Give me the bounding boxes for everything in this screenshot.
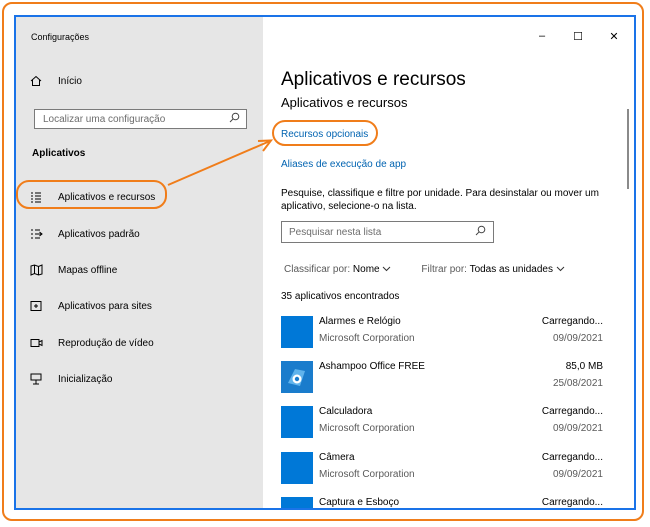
highlight-oval-sidebar — [16, 180, 167, 209]
sort-dropdown[interactable]: Classificar por: Nome — [284, 264, 391, 275]
section-title: Aplicativos — [32, 148, 86, 159]
app-date: 25/08/2021 — [552, 378, 603, 389]
video-playback-icon — [30, 337, 54, 349]
highlight-oval-link — [272, 120, 378, 146]
search-icon — [229, 112, 240, 126]
search-placeholder: Pesquisar nesta lista — [289, 226, 382, 238]
app-publisher: Microsoft Corporation — [319, 333, 415, 344]
sidebar: Configurações Início Localizar uma confi… — [16, 17, 263, 508]
chevron-down-icon — [556, 264, 565, 275]
chevron-down-icon — [382, 264, 391, 275]
startup-icon — [30, 373, 54, 385]
filter-dropdown[interactable]: Filtrar por: Todas as unidades — [421, 264, 565, 275]
list-item[interactable]: Câmera Microsoft Corporation Carregando.… — [281, 452, 603, 488]
page-title: Aplicativos e recursos — [281, 69, 466, 90]
app-count: 35 aplicativos encontrados — [281, 291, 400, 302]
app-list-search-input[interactable]: Pesquisar nesta lista — [281, 221, 494, 243]
sidebar-item-video-playback[interactable]: Reprodução de vídeo — [16, 330, 263, 356]
sidebar-item-label: Reprodução de vídeo — [58, 337, 154, 349]
offline-maps-icon — [30, 264, 54, 276]
app-size: Carregando... — [541, 452, 603, 463]
window-title: Configurações — [31, 32, 90, 42]
app-execution-aliases-link[interactable]: Aliases de execução de app — [281, 159, 406, 170]
page-subtitle: Aplicativos e recursos — [281, 95, 408, 110]
sort-label: Classificar por: — [284, 264, 351, 275]
app-date: 09/09/2021 — [552, 469, 603, 480]
app-tile-icon — [281, 406, 313, 438]
app-tile-icon — [281, 452, 313, 484]
app-tile-icon — [281, 316, 313, 348]
app-size: 85,0 MB — [565, 361, 603, 372]
description-text: Pesquise, classifique e filtre por unida… — [281, 188, 599, 212]
settings-search-input[interactable]: Localizar uma configuração — [34, 109, 247, 129]
settings-window: Configurações Início Localizar uma confi… — [14, 15, 636, 510]
sidebar-item-label: Mapas offline — [58, 264, 118, 276]
app-name: Alarmes e Relógio — [319, 316, 401, 327]
sidebar-item-offline-maps[interactable]: Mapas offline — [16, 257, 263, 283]
list-item[interactable]: Alarmes e Relógio Microsoft Corporation … — [281, 316, 603, 352]
minimize-button[interactable]: – — [536, 30, 548, 43]
sidebar-item-label: Aplicativos padrão — [58, 228, 140, 240]
list-item[interactable]: Captura e Esboço Carregando... — [281, 497, 603, 508]
apps-for-websites-icon — [30, 300, 54, 312]
list-item[interactable]: Ashampoo Office FREE 85,0 MB 25/08/2021 — [281, 361, 603, 397]
app-tile-icon — [281, 497, 313, 508]
sidebar-item-home[interactable]: Início — [16, 68, 263, 94]
list-item[interactable]: Calculadora Microsoft Corporation Carreg… — [281, 406, 603, 442]
app-name: Captura e Esboço — [319, 497, 400, 508]
search-icon — [475, 225, 486, 239]
app-publisher: Microsoft Corporation — [319, 423, 415, 434]
default-apps-icon — [30, 228, 54, 240]
home-icon — [30, 75, 54, 87]
sidebar-item-startup[interactable]: Inicialização — [16, 366, 263, 392]
maximize-button[interactable]: ☐ — [572, 30, 584, 43]
window-controls: – ☐ ✕ — [536, 30, 620, 43]
search-placeholder: Localizar uma configuração — [43, 113, 166, 125]
filter-label: Filtrar por: — [421, 264, 467, 275]
app-publisher: Microsoft Corporation — [319, 469, 415, 480]
sidebar-item-label: Inicialização — [58, 373, 113, 385]
app-size: Carregando... — [541, 316, 603, 327]
app-date: 09/09/2021 — [552, 423, 603, 434]
sort-value: Nome — [352, 264, 380, 275]
sidebar-item-default-apps[interactable]: Aplicativos padrão — [16, 221, 263, 247]
filter-value: Todas as unidades — [469, 264, 553, 275]
sidebar-item-label: Aplicativos para sites — [58, 300, 152, 312]
sidebar-item-apps-for-websites[interactable]: Aplicativos para sites — [16, 293, 263, 319]
main-panel: – ☐ ✕ Aplicativos e recursos Aplicativos… — [263, 17, 634, 508]
app-name: Calculadora — [319, 406, 373, 417]
app-name: Câmera — [319, 452, 355, 463]
close-button[interactable]: ✕ — [608, 30, 620, 43]
app-size: Carregando... — [541, 406, 603, 417]
app-size: Carregando... — [541, 497, 603, 508]
app-date: 09/09/2021 — [552, 333, 603, 344]
sidebar-item-label: Início — [58, 75, 82, 87]
ashampoo-office-icon — [281, 361, 313, 393]
app-name: Ashampoo Office FREE — [319, 361, 425, 372]
sort-filter-row: Classificar por: Nome Filtrar por: Todas… — [284, 264, 565, 275]
scrollbar-thumb[interactable] — [627, 109, 629, 189]
